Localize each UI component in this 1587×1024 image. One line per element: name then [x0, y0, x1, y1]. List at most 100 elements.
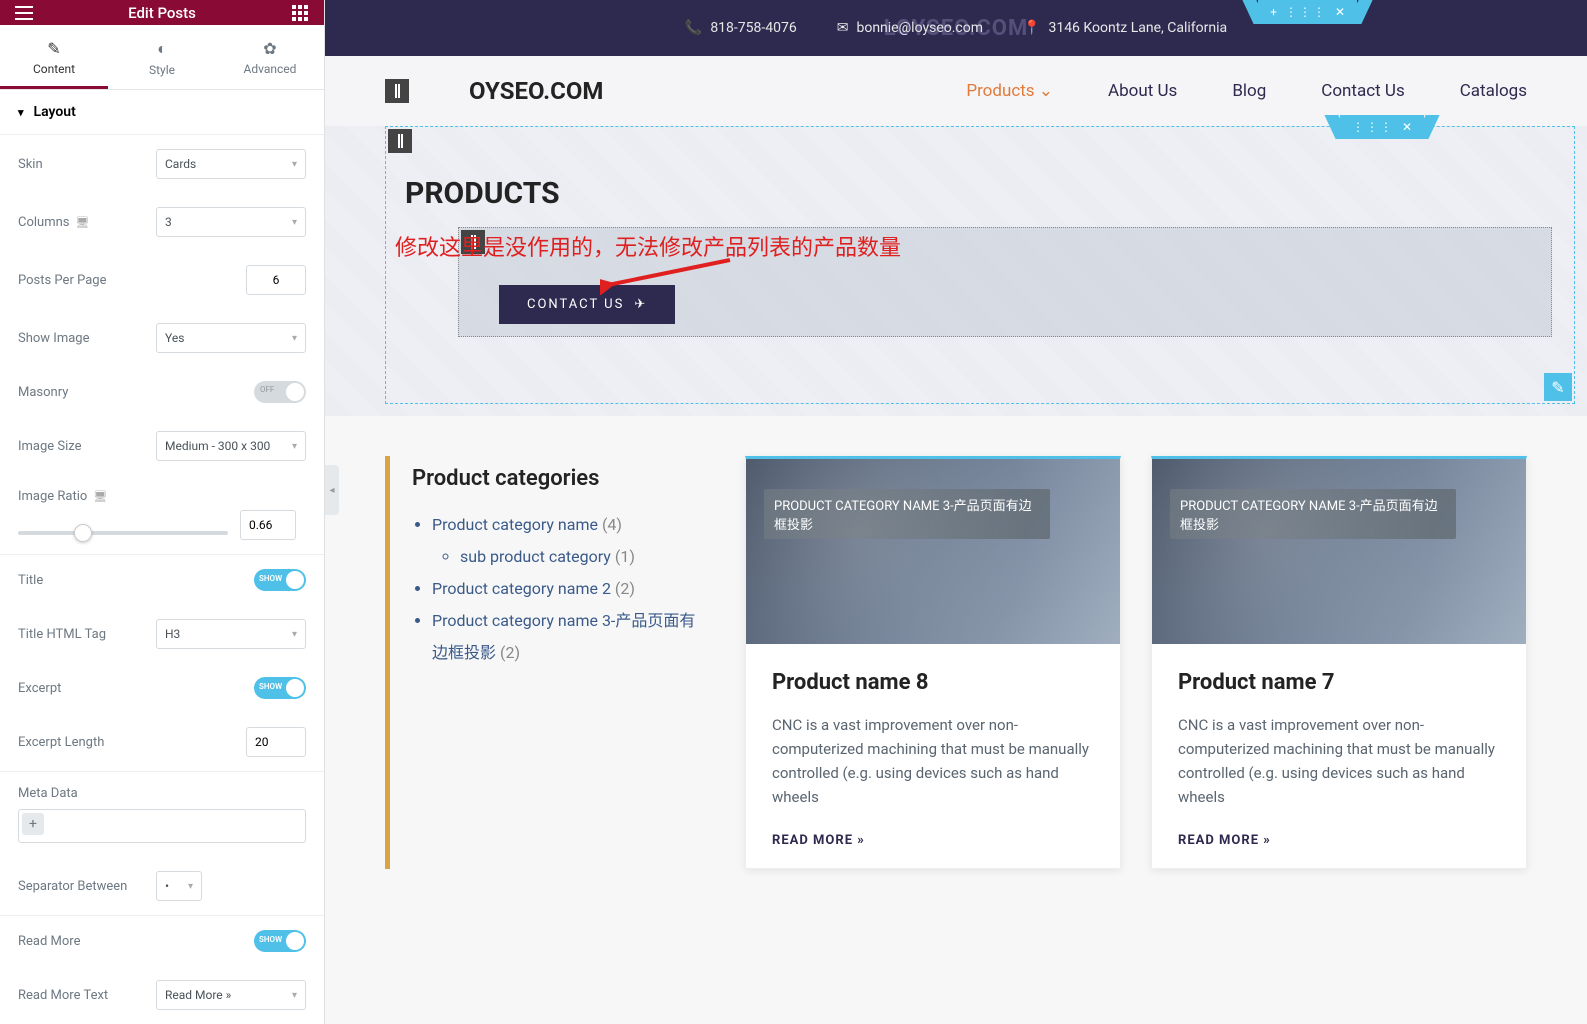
columns-label: Columns	[18, 215, 70, 230]
meta-data-input[interactable]: +	[18, 809, 306, 843]
column-handle[interactable]	[385, 79, 409, 103]
product-image: PRODUCT CATEGORY NAME 3-产品页面有边框投影	[1152, 459, 1526, 644]
image-size-select[interactable]: Medium - 300 x 300	[156, 431, 306, 461]
category-item[interactable]: Product category name (4) sub product ca…	[432, 509, 705, 573]
hero-section: ⋮⋮⋮✕ CONTACT US✈ ✎ PRODUCTS	[325, 126, 1587, 416]
column-handle[interactable]	[461, 230, 485, 254]
chevron-down-icon: ⌄	[1039, 81, 1053, 101]
product-title[interactable]: Product name 7	[1178, 670, 1500, 695]
content-row: Product categories Product category name…	[325, 416, 1587, 909]
image-ratio-slider[interactable]	[18, 531, 228, 535]
pencil-icon: ✎	[0, 39, 108, 58]
collapse-panel-button[interactable]: ◂	[325, 465, 339, 515]
excerpt-label: Excerpt	[18, 681, 254, 696]
product-cards: PRODUCT CATEGORY NAME 3-产品页面有边框投影 Produc…	[745, 456, 1527, 869]
hamburger-icon	[15, 6, 33, 20]
product-card[interactable]: PRODUCT CATEGORY NAME 3-产品页面有边框投影 Produc…	[1151, 456, 1527, 869]
readmore-text-input[interactable]: Read More »	[156, 980, 306, 1010]
gear-icon: ✿	[216, 39, 324, 58]
editor-panel: Edit Posts ✎Content ◐Style ✿Advanced ▾ L…	[0, 0, 325, 1024]
readmore-toggle[interactable]	[254, 930, 306, 952]
topbar-phone[interactable]: 818-758-4076	[710, 20, 796, 36]
category-item[interactable]: Product category name 3-产品页面有边框投影 (2)	[432, 605, 705, 669]
location-icon: 📍	[1023, 20, 1040, 36]
meta-add-chip[interactable]: +	[22, 813, 44, 835]
excerpt-length-input[interactable]	[246, 727, 306, 757]
readmore-text-label: Read More Text	[18, 988, 156, 1003]
nav-about[interactable]: About Us	[1108, 81, 1177, 101]
nav-catalogs[interactable]: Catalogs	[1460, 81, 1527, 101]
category-item[interactable]: Product category name 2 (2)	[432, 573, 705, 605]
category-sidebar: Product categories Product category name…	[385, 456, 705, 869]
product-excerpt: CNC is a vast improvement over non-compu…	[772, 713, 1094, 809]
preview-area: ◂ 修改这里是没作用的，无法修改产品列表的产品数量 LOYSEO.COM 📞81…	[325, 0, 1587, 1024]
slider-thumb[interactable]	[74, 524, 92, 542]
meta-data-label: Meta Data	[18, 786, 306, 801]
readmore-link[interactable]: READ MORE »	[1178, 833, 1500, 848]
nav-contact[interactable]: Contact Us	[1321, 81, 1404, 101]
product-card[interactable]: PRODUCT CATEGORY NAME 3-产品页面有边框投影 Produc…	[745, 456, 1121, 869]
topbar-email[interactable]: bonnie@loyseo.com	[856, 20, 983, 36]
product-excerpt: CNC is a vast improvement over non-compu…	[1178, 713, 1500, 809]
inner-section-handle[interactable]: ⋮⋮⋮✕	[1340, 115, 1424, 139]
excerpt-toggle[interactable]	[254, 677, 306, 699]
tab-advanced[interactable]: ✿Advanced	[216, 25, 324, 89]
nav-blog[interactable]: Blog	[1232, 81, 1266, 101]
caret-down-icon: ▾	[18, 106, 24, 119]
topbar-address: 3146 Koontz Lane, California	[1048, 20, 1227, 36]
menu-button[interactable]	[12, 1, 36, 25]
title-tag-select[interactable]: H3	[156, 619, 306, 649]
cta-button[interactable]: CONTACT US✈	[499, 285, 675, 324]
skin-select[interactable]: Cards	[156, 149, 306, 179]
posts-per-page-label: Posts Per Page	[18, 273, 246, 288]
category-badge: PRODUCT CATEGORY NAME 3-产品页面有边框投影	[764, 489, 1050, 539]
send-icon: ✈	[634, 297, 647, 312]
column-handle[interactable]	[388, 129, 412, 153]
image-ratio-input[interactable]	[240, 510, 296, 540]
close-icon: ✕	[1335, 5, 1345, 19]
readmore-label: Read More	[18, 934, 254, 949]
separator-select[interactable]: •	[156, 871, 202, 901]
edit-element-button[interactable]: ✎	[1544, 373, 1572, 401]
section-handle[interactable]: +⋮⋮⋮✕	[1258, 0, 1357, 24]
posts-per-page-input[interactable]	[246, 265, 306, 295]
layout-controls: SkinCards Columns 🖥 3 Posts Per Page Show …	[0, 135, 324, 1024]
panel-title: Edit Posts	[36, 4, 288, 22]
masonry-toggle[interactable]	[254, 381, 306, 403]
inner-column[interactable]: CONTACT US✈	[458, 227, 1552, 337]
columns-select[interactable]: 3	[156, 207, 306, 237]
product-title[interactable]: Product name 8	[772, 670, 1094, 695]
show-image-select[interactable]: Yes	[156, 323, 306, 353]
section-outline[interactable]: ⋮⋮⋮✕ CONTACT US✈ ✎	[385, 126, 1575, 404]
subcategory-item[interactable]: sub product category (1)	[460, 541, 705, 573]
title-tag-label: Title HTML Tag	[18, 627, 156, 642]
nav-products[interactable]: Products ⌄	[966, 81, 1053, 101]
readmore-link[interactable]: READ MORE »	[772, 833, 1094, 848]
style-icon: ◐	[108, 39, 216, 59]
product-image: PRODUCT CATEGORY NAME 3-产品页面有边框投影	[746, 459, 1120, 644]
widgets-button[interactable]	[288, 1, 312, 25]
panel-header: Edit Posts	[0, 0, 324, 25]
hero-title: PRODUCTS	[405, 176, 560, 211]
responsive-icon[interactable]: 🖥	[76, 216, 90, 229]
show-image-label: Show Image	[18, 331, 156, 346]
masonry-label: Masonry	[18, 385, 254, 400]
category-badge: PRODUCT CATEGORY NAME 3-产品页面有边框投影	[1170, 489, 1456, 539]
mail-icon: ✉	[837, 20, 849, 36]
responsive-icon[interactable]: 🖥	[93, 490, 107, 503]
tab-style[interactable]: ◐Style	[108, 25, 216, 89]
phone-icon: 📞	[685, 20, 702, 36]
close-icon: ✕	[1402, 120, 1412, 134]
image-ratio-label: Image Ratio	[18, 489, 87, 504]
panel-tabs: ✎Content ◐Style ✿Advanced	[0, 25, 324, 90]
title-toggle[interactable]	[254, 569, 306, 591]
skin-label: Skin	[18, 157, 156, 172]
tab-content[interactable]: ✎Content	[0, 25, 108, 89]
pencil-icon: ✎	[1551, 378, 1564, 397]
grid-icon	[292, 5, 308, 21]
section-layout-toggle[interactable]: ▾ Layout	[0, 90, 324, 135]
nav-links: Products ⌄ About Us Blog Contact Us Cata…	[966, 81, 1527, 101]
site-logo[interactable]: OYSEO.COM	[469, 77, 603, 105]
separator-label: Separator Between	[18, 879, 156, 894]
image-size-label: Image Size	[18, 439, 156, 454]
